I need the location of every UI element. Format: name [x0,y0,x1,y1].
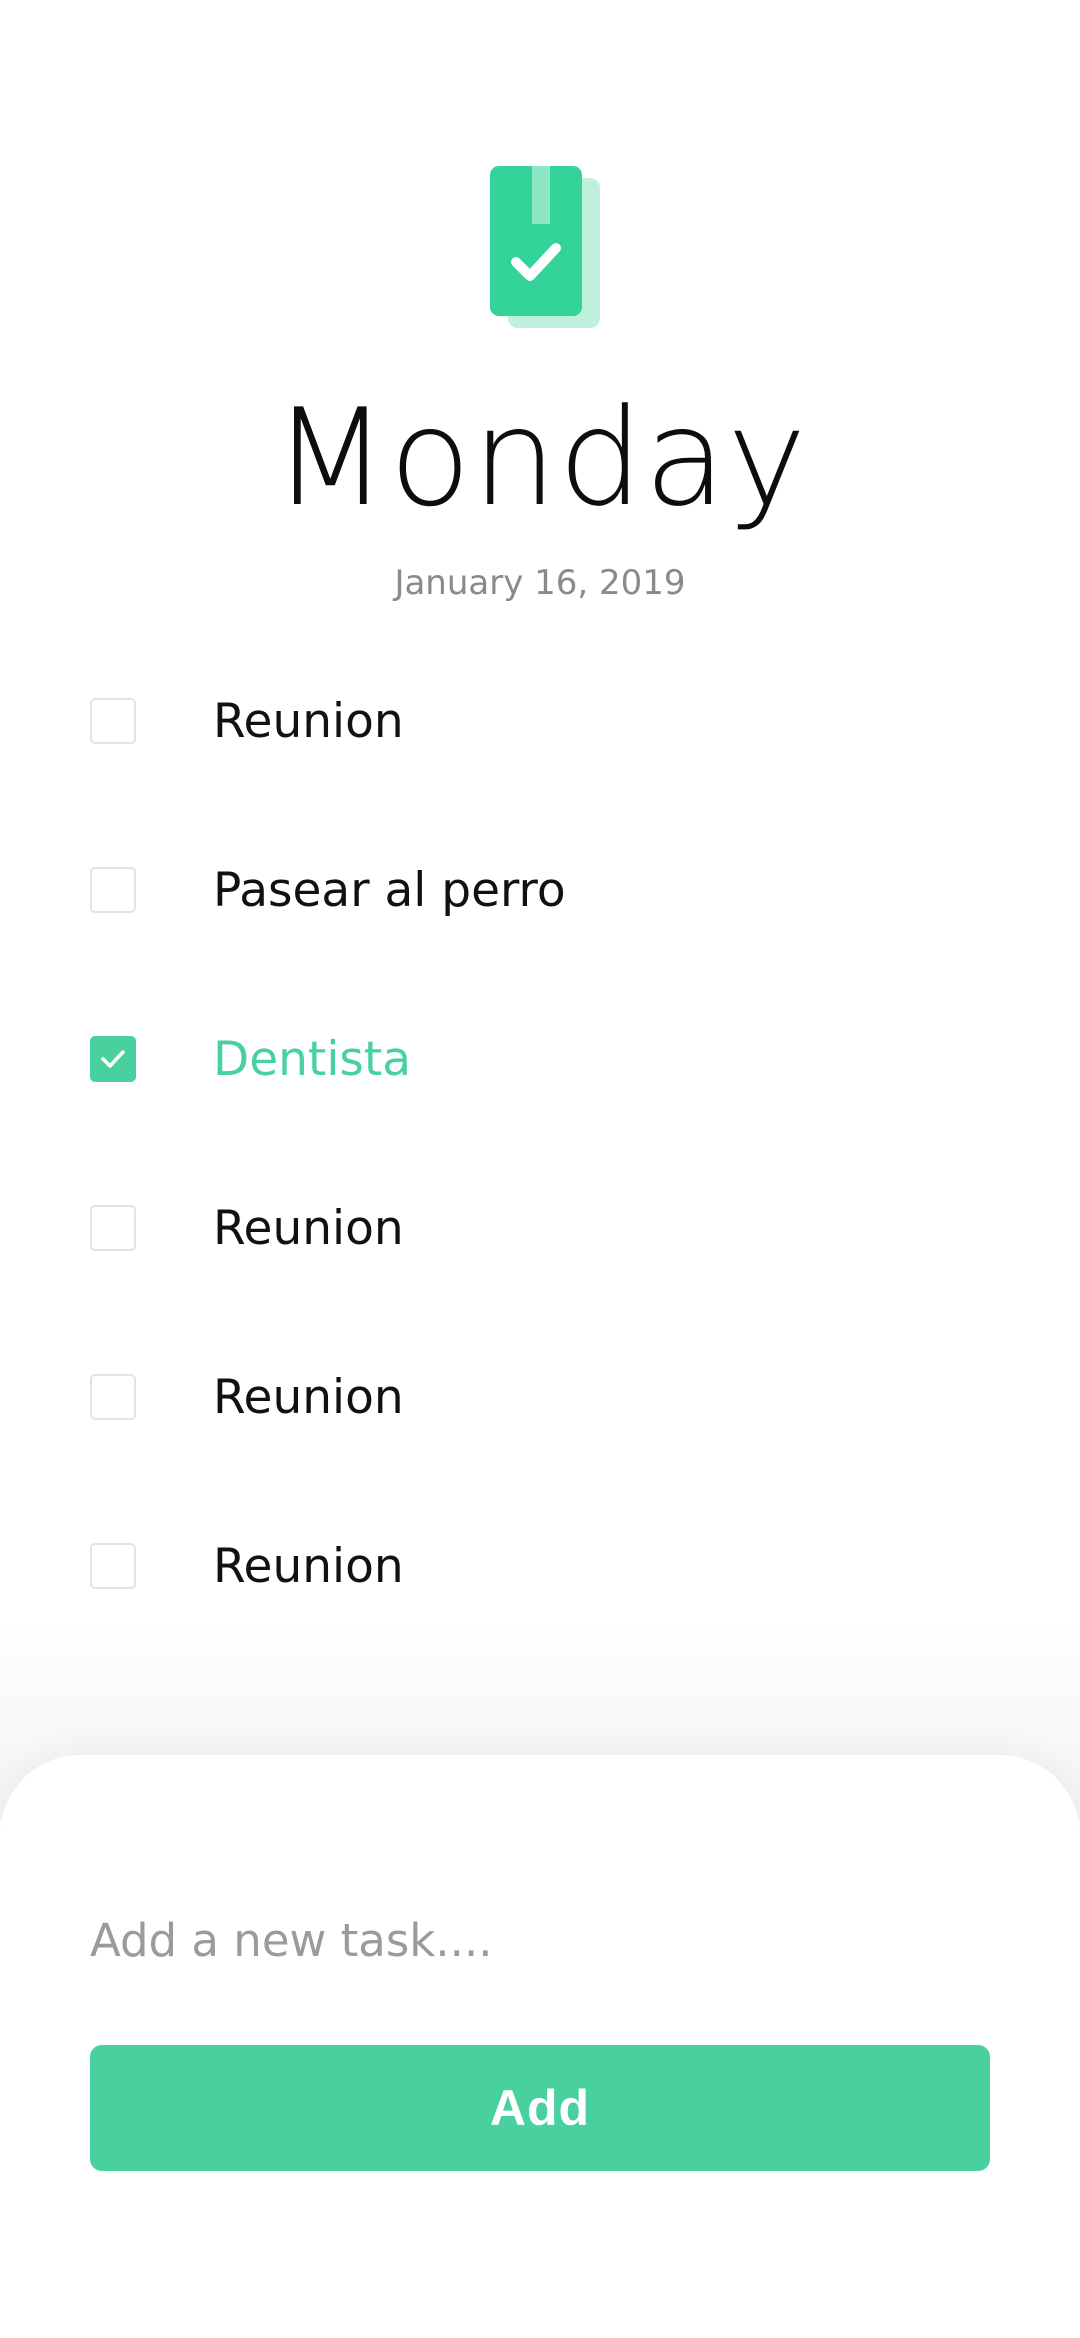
page-title: Monday [272,380,808,536]
task-item: Reunion [0,672,1080,772]
app-logo-icon [490,166,600,328]
add-button[interactable]: Add [90,2045,990,2171]
task-label[interactable]: Reunion [213,1199,404,1259]
task-label[interactable]: Pasear al perro [213,861,566,921]
task-item: Pasear al perro [0,841,1080,941]
task-item: Reunion [0,1348,1080,1448]
task-label[interactable]: Reunion [213,1537,404,1597]
task-checkbox[interactable] [90,1205,136,1251]
task-item: Reunion [0,1179,1080,1279]
task-checkbox[interactable] [90,1374,136,1420]
date-subtitle: January 16, 2019 [394,563,686,603]
task-checkbox[interactable] [90,1036,136,1082]
task-checkbox[interactable] [90,867,136,913]
task-label[interactable]: Reunion [213,692,404,752]
task-item: Dentista [0,1010,1080,1110]
task-checkbox[interactable] [90,1543,136,1589]
task-item: Reunion [0,1517,1080,1617]
task-label[interactable]: Reunion [213,1368,404,1428]
task-label[interactable]: Dentista [213,1030,411,1090]
check-icon [101,1050,125,1068]
new-task-input[interactable] [90,1900,990,1980]
task-checkbox[interactable] [90,698,136,744]
